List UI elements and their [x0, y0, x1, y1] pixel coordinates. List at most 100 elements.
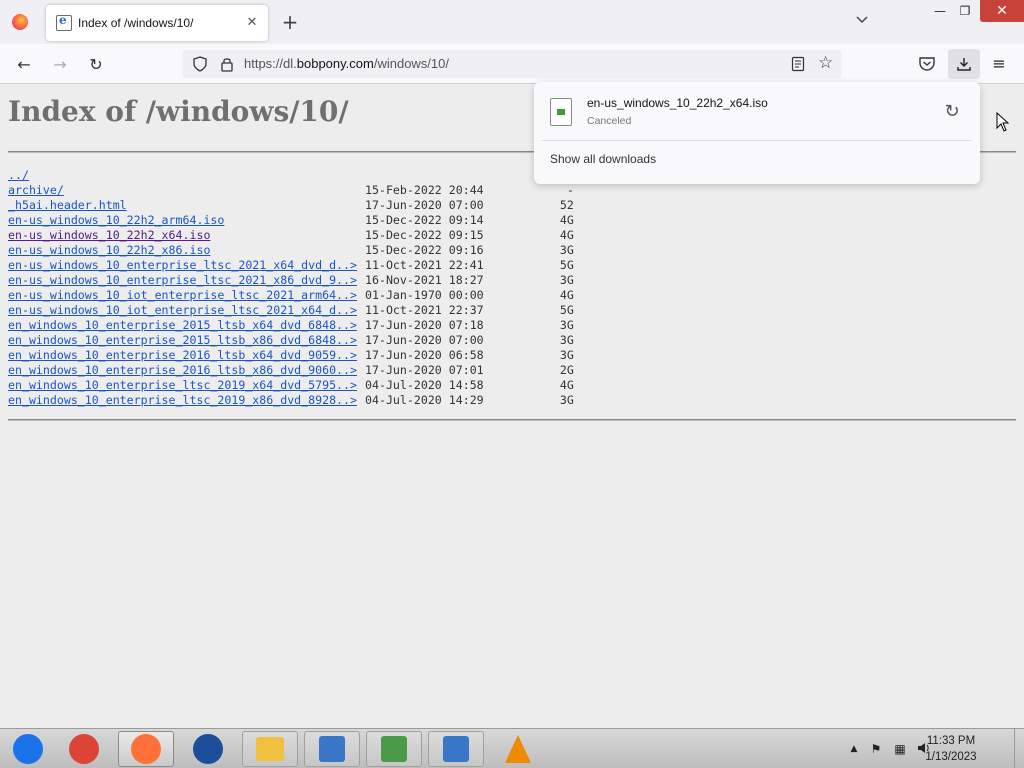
forward-button[interactable]: →: [48, 52, 72, 76]
file-date: 11-Oct-2021 22:41: [365, 258, 484, 272]
downloads-panel: en-us_windows_10_22h2_x64.iso Canceled ↻…: [534, 82, 980, 184]
show-all-downloads-link[interactable]: Show all downloads: [550, 152, 656, 166]
page-title: Index of /windows/10/: [8, 95, 349, 128]
file-link[interactable]: en_windows_10_enterprise_2016_ltsb_x86_d…: [8, 363, 365, 378]
list-all-tabs-button[interactable]: [852, 12, 872, 32]
file-link[interactable]: en-us_windows_10_enterprise_ltsc_2021_x8…: [8, 273, 365, 288]
action-center-flag-icon[interactable]: ⚑: [868, 741, 884, 757]
file-link[interactable]: _h5ai.header.html: [8, 198, 365, 213]
file-link[interactable]: ../: [8, 168, 365, 183]
show-desktop-button[interactable]: [1014, 729, 1024, 768]
downloads-divider: [542, 140, 972, 141]
firefox-icon: [131, 734, 161, 764]
file-date: 15-Dec-2022 09:15: [365, 228, 484, 242]
clock-time: 11:33 PM: [926, 735, 976, 747]
mouse-cursor-icon: [996, 112, 1010, 132]
file-explorer-icon: [256, 737, 284, 761]
tab-close-icon[interactable]: ✕: [244, 14, 260, 30]
back-button[interactable]: ←: [12, 52, 36, 76]
taskbar-app-opera-like[interactable]: [180, 731, 236, 767]
remote-desktop-icon: [443, 736, 469, 762]
file-link[interactable]: en_windows_10_enterprise_2015_ltsb_x64_d…: [8, 318, 365, 333]
list-item: en-us_windows_10_22h2_x64.iso 15-Dec-2022…: [8, 228, 574, 243]
file-link[interactable]: en_windows_10_enterprise_ltsc_2019_x64_d…: [8, 378, 365, 393]
new-tab-button[interactable]: +: [280, 12, 300, 32]
file-link[interactable]: en-us_windows_10_22h2_arm64.iso: [8, 213, 365, 228]
directory-listing: ../archive/15-Feb-2022 20:44 - _h5ai.head…: [8, 168, 574, 408]
file-date: 04-Jul-2020 14:58: [365, 378, 484, 392]
page-favicon-icon: [56, 13, 72, 31]
file-date: 15-Feb-2022 20:44: [365, 183, 484, 197]
taskbar-app-chrome[interactable]: [56, 731, 112, 767]
tracking-protection-shield-icon[interactable]: [192, 56, 208, 72]
chevron-down-icon: [856, 16, 868, 24]
download-status: Canceled: [587, 115, 632, 127]
taskbar-app-users[interactable]: [366, 731, 422, 767]
reader-view-icon[interactable]: [790, 56, 806, 72]
navigation-toolbar: ← → ↻ https://dl.bobpony.com/windows/10/…: [0, 44, 1024, 84]
show-hidden-icons-icon[interactable]: ▲: [846, 741, 862, 757]
list-item: en_windows_10_enterprise_ltsc_2019_x86_d…: [8, 393, 574, 408]
firefox-icon: [12, 14, 28, 30]
file-link[interactable]: en-us_windows_10_enterprise_ltsc_2021_x6…: [8, 258, 365, 273]
network-icon[interactable]: ▦: [892, 741, 908, 757]
list-item: en_windows_10_enterprise_2016_ltsb_x86_d…: [8, 363, 574, 378]
file-link[interactable]: en_windows_10_enterprise_ltsc_2019_x86_d…: [8, 393, 365, 408]
tab-title: Index of /windows/10/: [78, 16, 194, 30]
file-link[interactable]: en-us_windows_10_22h2_x64.iso: [8, 228, 365, 243]
file-size: 4G: [525, 378, 574, 392]
file-link[interactable]: en-us_windows_10_iot_enterprise_ltsc_202…: [8, 288, 365, 303]
taskbar-app-network-computer[interactable]: [304, 731, 360, 767]
file-date: 17-Jun-2020 07:01: [365, 363, 484, 377]
divider-bottom: [8, 419, 1016, 421]
reload-button[interactable]: ↻: [84, 52, 108, 76]
clock-date: 1/13/2023: [925, 751, 977, 763]
file-link[interactable]: en-us_windows_10_iot_enterprise_ltsc_202…: [8, 303, 365, 318]
pocket-icon[interactable]: [918, 55, 936, 73]
taskbar-app-file-explorer[interactable]: [242, 731, 298, 767]
taskbar-app-remote-desktop[interactable]: [428, 731, 484, 767]
tab-active[interactable]: Index of /windows/10/ ✕: [46, 5, 268, 41]
url-scheme: https://dl.: [244, 56, 297, 71]
file-link[interactable]: archive/: [8, 183, 365, 198]
lock-icon[interactable]: [220, 56, 234, 72]
list-item: en-us_windows_10_iot_enterprise_ltsc_202…: [8, 288, 574, 303]
file-date: 16-Nov-2021 18:27: [365, 273, 484, 287]
file-size: 3G: [525, 333, 574, 347]
file-link[interactable]: en_windows_10_enterprise_2015_ltsb_x86_d…: [8, 333, 365, 348]
file-link[interactable]: en_windows_10_enterprise_2016_ltsb_x64_d…: [8, 348, 365, 363]
url-path: /windows/10/: [373, 56, 449, 71]
file-date: 15-Dec-2022 09:14: [365, 213, 484, 227]
list-item: ../: [8, 168, 574, 183]
taskbar-app-vlc[interactable]: [490, 731, 546, 767]
file-date: [365, 168, 525, 183]
file-date: 01-Jan-1970 00:00: [365, 288, 484, 302]
system-clock[interactable]: 11:33 PM 1/13/2023: [920, 733, 982, 765]
file-size: 5G: [525, 303, 574, 317]
list-item: en-us_windows_10_enterprise_ltsc_2021_x8…: [8, 273, 574, 288]
app-menu-button[interactable]: ≡: [990, 55, 1008, 73]
file-size: 3G: [525, 273, 574, 287]
retry-download-icon[interactable]: ↻: [942, 102, 962, 122]
chrome-icon: [69, 734, 99, 764]
file-date: 15-Dec-2022 09:16: [365, 243, 484, 257]
url-host: bobpony.com: [296, 56, 374, 71]
download-item[interactable]: en-us_windows_10_22h2_x64.iso Canceled ↻: [542, 90, 972, 138]
file-link[interactable]: en-us_windows_10_22h2_x86.iso: [8, 243, 365, 258]
chrome-os-like-icon: [13, 734, 43, 764]
window-restore-button[interactable]: ❐: [950, 0, 980, 22]
file-size: 3G: [525, 348, 574, 362]
list-item: archive/15-Feb-2022 20:44 -: [8, 183, 574, 198]
downloads-button[interactable]: [948, 49, 980, 79]
file-size: 3G: [525, 243, 574, 257]
taskbar-app-chrome-os-like[interactable]: [0, 731, 56, 767]
file-date: 17-Jun-2020 06:58: [365, 348, 484, 362]
taskbar-app-firefox[interactable]: [118, 731, 174, 767]
bookmark-star-icon[interactable]: ☆: [818, 54, 836, 72]
firefox-view-button[interactable]: [8, 10, 32, 34]
window-close-button[interactable]: ✕: [980, 0, 1024, 22]
url-text[interactable]: https://dl.bobpony.com/windows/10/: [244, 56, 449, 71]
url-bar[interactable]: https://dl.bobpony.com/windows/10/ ☆: [182, 50, 842, 78]
opera-like-icon: [193, 734, 223, 764]
list-item: en-us_windows_10_iot_enterprise_ltsc_202…: [8, 303, 574, 318]
